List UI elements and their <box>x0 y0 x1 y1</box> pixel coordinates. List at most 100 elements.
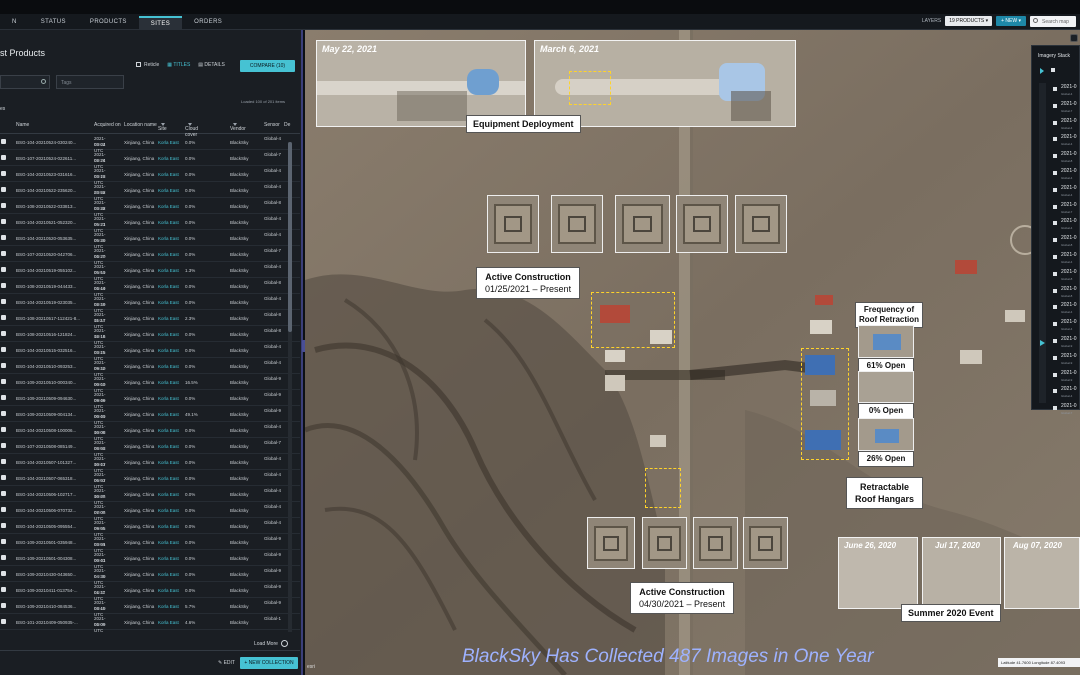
stack-checkbox[interactable] <box>1053 87 1057 91</box>
stack-item[interactable]: 2021-0 Global-4 <box>1051 117 1080 134</box>
table-row[interactable]: BSG-108-20210519-044433... 2021-05-19 04:4… <box>0 278 300 297</box>
details-toggle[interactable]: ▤ DETAILS <box>198 62 225 68</box>
edit-button[interactable]: ✎ EDIT <box>218 660 235 666</box>
col-site[interactable]: Site <box>158 122 167 132</box>
row-checkbox[interactable] <box>1 331 6 336</box>
table-row[interactable]: BSG-104-20210520-053635... 2021-05-20 05:3… <box>0 230 300 249</box>
row-site-link[interactable]: Korla East <box>158 572 179 577</box>
gear-icon[interactable] <box>1070 34 1078 42</box>
row-checkbox[interactable] <box>1 299 6 304</box>
row-checkbox[interactable] <box>1 523 6 528</box>
row-site-link[interactable]: Korla East <box>158 412 179 417</box>
table-row[interactable]: BSG-109-20210430-043650... 2021-04-30 04:3… <box>0 566 300 585</box>
row-checkbox[interactable] <box>1 203 6 208</box>
tab-products[interactable]: PRODUCTS <box>78 16 139 30</box>
construction-thumb[interactable] <box>551 195 603 253</box>
titles-toggle[interactable]: ▦ TITLES <box>167 62 190 68</box>
row-checkbox[interactable] <box>1 587 6 592</box>
layers-dropdown[interactable]: 19 PRODUCTS ▾ <box>945 16 993 26</box>
stack-checkbox[interactable] <box>1053 170 1057 175</box>
stack-checkbox[interactable] <box>1053 254 1057 259</box>
stack-item[interactable]: 2021-0 Global-8 <box>1051 150 1080 167</box>
row-site-link[interactable]: Korla East <box>158 140 179 145</box>
table-row[interactable]: BSG-109-20210509-004134... 2021-05-09 00:4… <box>0 406 300 425</box>
row-checkbox[interactable] <box>1 443 6 448</box>
col-de[interactable]: De <box>284 122 290 128</box>
row-site-link[interactable]: Korla East <box>158 188 179 193</box>
table-row[interactable]: BSG-104-20210523-031616... 2021-05-23 03:1… <box>0 166 300 185</box>
stack-checkbox[interactable] <box>1053 288 1057 293</box>
new-button[interactable]: + NEW ▾ <box>996 16 1026 26</box>
row-site-link[interactable]: Korla East <box>158 604 179 609</box>
stack-checkbox[interactable] <box>1053 137 1057 142</box>
row-checkbox[interactable] <box>1 235 6 240</box>
table-row[interactable]: BSG-104-20210510-093253... 2021-05-10 09:3… <box>0 358 300 377</box>
compare-button[interactable]: COMPARE (10) <box>240 60 295 72</box>
stack-item[interactable]: 2021-0 Global-9 <box>1051 352 1080 369</box>
stack-item[interactable]: 2021-0 Global-7 <box>1051 201 1080 218</box>
stack-checkbox[interactable] <box>1053 372 1057 377</box>
row-checkbox[interactable] <box>1 603 6 608</box>
row-checkbox[interactable] <box>1 507 6 512</box>
table-row[interactable]: BSG-104-20210519-055102... 2021-05-19 05:5… <box>0 262 300 281</box>
row-site-link[interactable]: Korla East <box>158 156 179 161</box>
table-row[interactable]: BSG-104-20210524-030240... 2021-05-24 03:0… <box>0 134 300 153</box>
row-checkbox[interactable] <box>1 475 6 480</box>
row-site-link[interactable]: Korla East <box>158 620 179 625</box>
stack-checkbox[interactable] <box>1053 154 1057 159</box>
table-row[interactable]: BSG-104-20210522-235620... 2021-05-22 23:5… <box>0 182 300 201</box>
row-checkbox[interactable] <box>1 267 6 272</box>
stack-item[interactable]: 2021-0 Global-4 <box>1051 385 1080 402</box>
tab-orders[interactable]: ORDERS <box>182 16 234 30</box>
table-row[interactable]: BSG-104-20210506-070732... 2021-05-06 07:0… <box>0 502 300 521</box>
table-row[interactable]: BSG-101-20210409-050935-... 2021-04-09 05:… <box>0 614 300 633</box>
table-row[interactable]: BSG-104-20210506-102717... 2021-05-06 10:2… <box>0 486 300 505</box>
stack-item[interactable]: 2021-0 Global-4 <box>1051 301 1080 318</box>
row-site-link[interactable]: Korla East <box>158 236 179 241</box>
summer-inset-1[interactable]: June 26, 2020 <box>838 537 918 609</box>
summer-inset-2[interactable]: Jul 17, 2020 <box>922 537 1001 609</box>
stack-checkbox[interactable] <box>1053 322 1057 327</box>
stack-checkbox[interactable] <box>1053 221 1057 226</box>
table-row[interactable]: BSG-107-20210524-022611... 2021-05-24 02:2… <box>0 150 300 169</box>
row-site-link[interactable]: Korla East <box>158 428 179 433</box>
stack-timeline[interactable] <box>1039 83 1046 403</box>
row-checkbox[interactable] <box>1 171 6 176</box>
stack-checkbox[interactable] <box>1053 406 1057 411</box>
stack-item[interactable]: 2021-0 Global-8 <box>1051 234 1080 251</box>
row-checkbox[interactable] <box>1 219 6 224</box>
stack-item[interactable]: 2021-0 Global-8 <box>1051 268 1080 285</box>
row-checkbox[interactable] <box>1 155 6 160</box>
stop-icon[interactable] <box>1051 68 1055 72</box>
reticle-toggle[interactable]: Reticle <box>136 62 159 68</box>
row-site-link[interactable]: Korla East <box>158 476 179 481</box>
construction-thumb[interactable] <box>676 195 728 253</box>
summer-inset-3[interactable]: Aug 07, 2020 <box>1004 537 1080 609</box>
row-checkbox[interactable] <box>1 315 6 320</box>
stack-checkbox[interactable] <box>1053 103 1057 108</box>
table-row[interactable]: BSG-107-20210508-085149... 2021-05-08 08:5… <box>0 438 300 457</box>
stack-checkbox[interactable] <box>1053 305 1057 310</box>
row-checkbox[interactable] <box>1 619 6 624</box>
table-row[interactable]: BSG-107-20210520-042706... 2021-05-20 04:2… <box>0 246 300 265</box>
table-row[interactable]: BSG-104-20210515-032516... 2021-05-15 03:2… <box>0 342 300 361</box>
stack-item[interactable]: 2021-0 Global-4 <box>1051 251 1080 268</box>
play-icon[interactable] <box>1040 68 1044 74</box>
row-site-link[interactable]: Korla East <box>158 268 179 273</box>
row-site-link[interactable]: Korla East <box>158 492 179 497</box>
row-site-link[interactable]: Korla East <box>158 556 179 561</box>
stack-item[interactable]: 2021-0 Global-4 <box>1051 318 1080 335</box>
row-checkbox[interactable] <box>1 571 6 576</box>
new-collection-button[interactable]: + NEW COLLECTION <box>240 657 298 669</box>
construction-thumb[interactable] <box>735 195 787 253</box>
stack-checkbox[interactable] <box>1053 338 1057 343</box>
row-checkbox[interactable] <box>1 491 6 496</box>
stack-item[interactable]: 2021-0 Global-4 <box>1051 133 1080 150</box>
stack-item[interactable]: 2021-0 Global-4 <box>1051 184 1080 201</box>
hangar-thumb-61[interactable] <box>858 325 914 358</box>
hangar-thumb-26[interactable] <box>858 418 914 451</box>
row-site-link[interactable]: Korla East <box>158 172 179 177</box>
row-site-link[interactable]: Korla East <box>158 524 179 529</box>
map-view[interactable]: May 22, 2021 March 6, 2021 Equipment Dep… <box>305 30 1080 675</box>
col-location[interactable]: Location name <box>124 122 157 128</box>
